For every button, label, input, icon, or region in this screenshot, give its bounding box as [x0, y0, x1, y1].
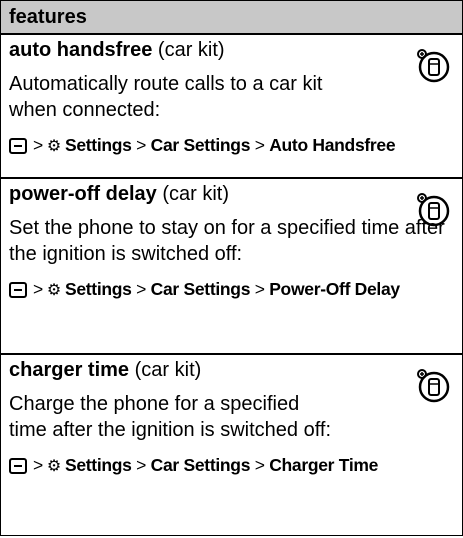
path-car-settings: Car Settings: [150, 455, 251, 475]
feature-name: auto handsfree: [9, 39, 153, 61]
feature-title: auto handsfree (car kit): [9, 35, 454, 63]
feature-context: (car kit): [134, 359, 202, 381]
feature-description: Set the phone to stay on for a specified…: [9, 217, 445, 265]
menu-key-icon: [9, 282, 27, 298]
path-target: Auto Handsfree: [269, 135, 396, 155]
feature-description: Automatically route calls to a car kit w…: [9, 73, 323, 121]
path-separator: >: [254, 135, 265, 155]
path-settings: Settings: [64, 135, 132, 155]
path-car-settings: Car Settings: [150, 135, 251, 155]
feature-description: Charge the phone for a specified time af…: [9, 393, 332, 441]
feature-row-power-off-delay: power-off delay (car kit) Set the phone …: [1, 179, 462, 355]
path-separator: >: [136, 135, 147, 155]
feature-name: power-off delay: [9, 183, 157, 205]
settings-icon: ⚙: [46, 138, 61, 155]
network-feature-icon: [417, 193, 450, 227]
feature-title: power-off delay (car kit): [9, 179, 454, 207]
feature-title: charger time (car kit): [9, 355, 454, 383]
path-separator: >: [33, 135, 43, 155]
path-separator: >: [33, 455, 43, 475]
path-target: Charger Time: [269, 455, 379, 475]
menu-path: > ⚙ Settings > Car Settings > Power-Off De…: [9, 277, 454, 303]
feature-row-auto-handsfree: auto handsfree (car kit) Automatically r…: [1, 35, 462, 179]
feature-row-charger-time: charger time (car kit) Charge the phone …: [1, 355, 462, 535]
path-settings: Settings: [64, 455, 132, 475]
path-separator: >: [254, 455, 265, 475]
feature-name: charger time: [9, 359, 130, 381]
path-target: Power-Off Delay: [269, 279, 400, 299]
path-separator: >: [33, 279, 43, 299]
menu-key-icon: [9, 458, 27, 474]
path-separator: >: [136, 455, 147, 475]
path-settings: Settings: [64, 279, 132, 299]
settings-icon: ⚙: [46, 282, 61, 299]
network-feature-icon: [417, 49, 450, 83]
menu-path: > ⚙ Settings > Car Settings > Auto Handsfr…: [9, 133, 454, 159]
menu-path: > ⚙ Settings > Car Settings > Charger Time: [9, 453, 454, 479]
path-car-settings: Car Settings: [150, 279, 251, 299]
settings-icon: ⚙: [46, 458, 61, 475]
table-header: features: [1, 1, 462, 35]
menu-key-icon: [9, 138, 27, 154]
features-table: features auto handsfree (car kit) Automa…: [0, 0, 463, 536]
feature-context: (car kit): [157, 39, 225, 61]
path-separator: >: [136, 279, 147, 299]
path-separator: >: [254, 279, 265, 299]
feature-context: (car kit): [162, 183, 230, 205]
network-feature-icon: [417, 369, 450, 403]
